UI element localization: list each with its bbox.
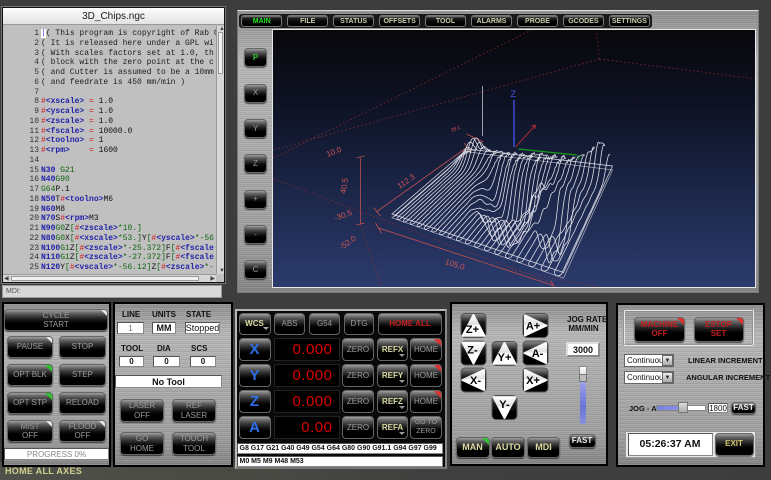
svg-text:Y-: Y- (499, 399, 510, 411)
svg-text:38.1: 38.1 (450, 125, 461, 134)
svg-text:Z-: Z- (467, 344, 478, 356)
svg-text:112.3: 112.3 (395, 172, 417, 191)
svg-text:X-: X- (470, 375, 481, 387)
svg-text:10.0: 10.0 (324, 145, 342, 159)
svg-text:X+: X+ (526, 375, 540, 387)
svg-text:Z+: Z+ (465, 324, 478, 336)
svg-text:Y: Y (576, 155, 581, 162)
svg-text:-52.0: -52.0 (337, 234, 358, 252)
svg-text:Y+: Y+ (497, 352, 511, 364)
svg-text:Z: Z (510, 89, 516, 99)
svg-text:-30.5: -30.5 (332, 208, 353, 223)
svg-text:40.5: 40.5 (338, 177, 350, 194)
svg-text:A+: A+ (525, 320, 539, 332)
svg-text:105.0: 105.0 (443, 257, 465, 272)
svg-text:A-: A- (531, 348, 543, 360)
